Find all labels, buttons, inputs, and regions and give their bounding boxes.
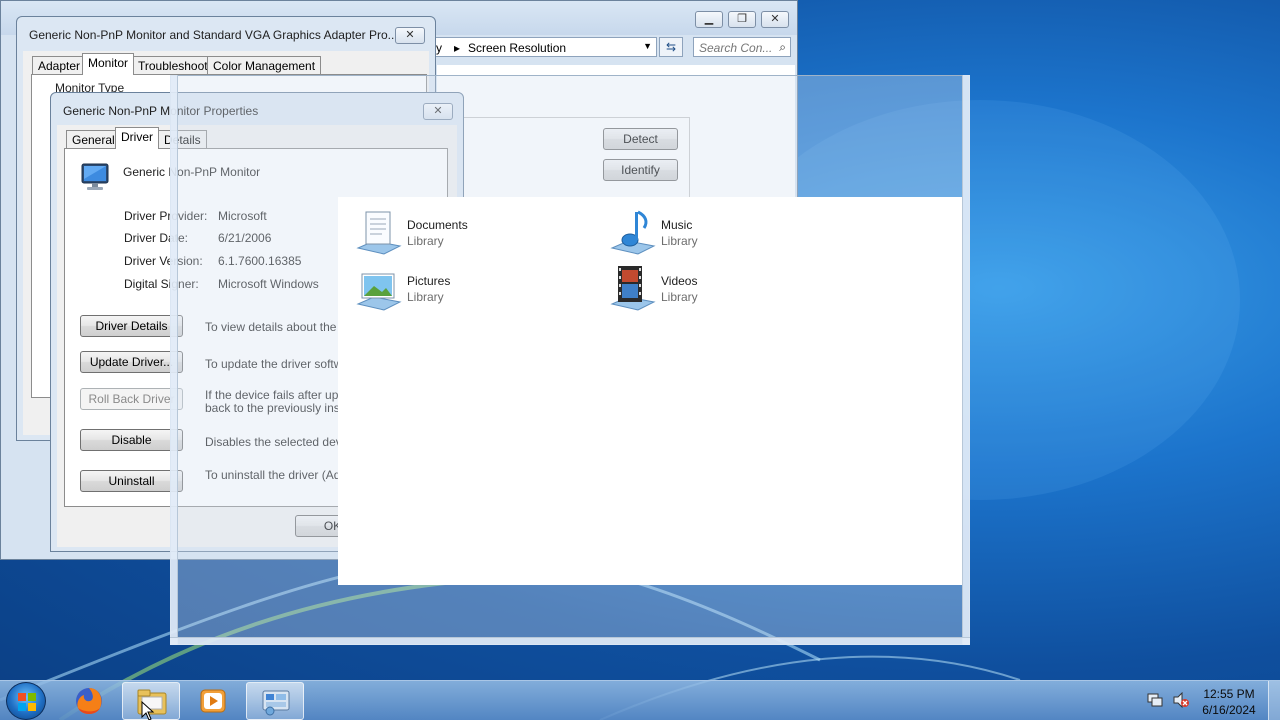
taskbar-media-player[interactable] [184, 682, 242, 720]
tab-adapter[interactable]: Adapter [32, 56, 87, 75]
uninstall-button[interactable]: Uninstall [80, 470, 183, 492]
clock-time: 12:55 PM [1203, 687, 1255, 701]
libraries-content: Documents Library Music Library Pictures… [338, 197, 962, 585]
monitor-icon [81, 163, 109, 190]
network-icon[interactable] [1146, 692, 1164, 708]
update-driver-button[interactable]: Update Driver... [80, 351, 183, 373]
system-clock[interactable]: 12:55 PM 6/16/2024 [1196, 686, 1262, 718]
taskbar-explorer[interactable] [122, 682, 180, 720]
breadcrumb-current[interactable]: Screen Resolution [468, 41, 566, 55]
taskbar-firefox[interactable] [60, 682, 118, 720]
library-type: Library [407, 290, 444, 304]
address-bar[interactable]: y ▸ Screen Resolution ▼ [431, 37, 657, 57]
tab-general[interactable]: General [66, 130, 121, 149]
dialog-title: Generic Non-PnP Monitor and Standard VGA… [29, 28, 398, 42]
windows-logo-icon [18, 693, 36, 711]
roll-back-driver-button[interactable]: Roll Back Driver [80, 388, 183, 410]
mouse-cursor-icon [141, 701, 155, 720]
refresh-button[interactable]: ⇆ [659, 37, 683, 57]
music-library-icon [610, 210, 656, 255]
firefox-icon [76, 688, 102, 714]
breadcrumb-parent[interactable]: y [436, 41, 442, 55]
library-type: Library [661, 234, 698, 248]
disable-button[interactable]: Disable [80, 429, 183, 451]
minimize-button[interactable]: ▁ [695, 11, 723, 28]
library-item-pictures[interactable]: Pictures Library [354, 258, 554, 311]
pictures-library-icon [356, 273, 402, 311]
clock-date: 6/16/2024 [1202, 703, 1256, 717]
maximize-button[interactable]: ❐ [728, 11, 756, 28]
library-name: Videos [661, 274, 698, 288]
tab-troubleshoot[interactable]: Troubleshoot [132, 56, 214, 75]
library-name: Pictures [407, 274, 451, 288]
search-icon[interactable]: ⌕ [779, 40, 786, 55]
driver-details-button[interactable]: Driver Details [80, 315, 183, 337]
chevron-down-icon[interactable]: ▼ [643, 41, 652, 51]
show-desktop-button[interactable] [1268, 681, 1280, 720]
library-item-videos[interactable]: Videos Library [608, 258, 808, 311]
close-button[interactable]: ✕ [395, 27, 425, 44]
media-player-icon [200, 689, 226, 713]
close-button[interactable]: ✕ [761, 11, 789, 28]
library-name: Documents [407, 218, 468, 232]
library-item-documents[interactable]: Documents Library [354, 202, 554, 255]
control-panel-icon [262, 690, 290, 716]
window-frame-bottom [170, 637, 970, 645]
taskbar-control-panel[interactable] [246, 682, 304, 720]
breadcrumb-separator-icon: ▸ [454, 41, 461, 55]
window-frame-left [170, 75, 178, 645]
documents-library-icon [356, 211, 402, 255]
window-frame-right [962, 75, 970, 645]
tab-monitor[interactable]: Monitor [82, 53, 135, 75]
videos-library-icon [610, 266, 656, 311]
volume-muted-icon[interactable] [1172, 692, 1190, 708]
library-name: Music [661, 218, 693, 232]
library-type: Library [661, 290, 698, 304]
tab-color-management[interactable]: Color Management [207, 56, 322, 75]
taskbar [0, 680, 1280, 720]
library-item-music[interactable]: Music Library [608, 202, 808, 255]
search-input[interactable]: Search Con... ⌕ [693, 37, 791, 57]
tab-driver[interactable]: Driver [115, 127, 159, 149]
search-placeholder: Search Con... [699, 41, 773, 55]
library-type: Library [407, 234, 444, 248]
start-button[interactable] [6, 682, 46, 720]
